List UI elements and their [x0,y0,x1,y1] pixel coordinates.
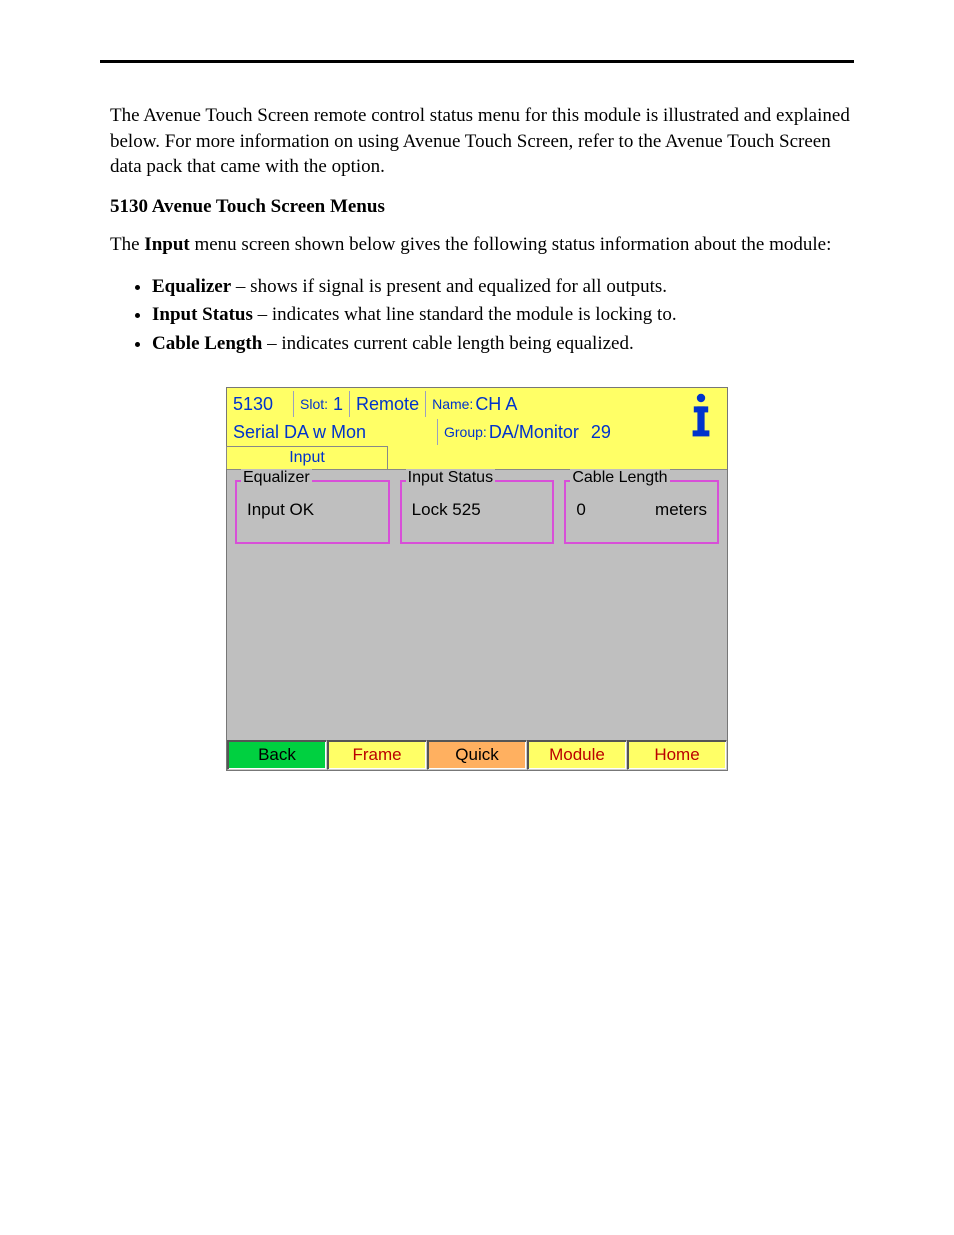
slot-label: Slot: [300,396,328,412]
section-heading: 5130 Avenue Touch Screen Menus [110,196,854,218]
remote-label: Remote [350,394,425,415]
name-cell: Name: CH A [426,394,523,415]
tab-input[interactable]: Input [226,446,388,469]
slot-cell: Slot: 1 [294,394,349,415]
para-pre: The [110,234,144,255]
touchscreen-footer: Back Frame Quick Module Home [227,740,727,770]
bullet-desc: – indicates current cable length being e… [262,333,633,354]
cable-length-legend: Cable Length [570,469,669,487]
bullet-term: Cable Length [152,333,262,354]
model-number: 5130 [227,394,293,415]
name-value: CH A [475,394,517,415]
cable-length-value: 0 [576,500,585,520]
module-desc: Serial DA w Mon [227,422,437,443]
touchscreen-body: Equalizer Input OK Input Status Lock 525… [227,470,727,740]
cable-length-box: Cable Length 0 meters [564,480,719,544]
group-label: Group: [444,424,489,440]
bullet-list: Equalizer – shows if signal is present a… [152,274,854,358]
intro-paragraph: The Avenue Touch Screen remote control s… [110,103,854,180]
equalizer-status-box: Equalizer Input OK [235,480,390,544]
touchscreen-panel: 5130 Slot: 1 Remote Name: CH A Seria [226,387,728,771]
input-paragraph: The Input menu screen shown below gives … [110,232,854,258]
group-value: DA/Monitor [489,422,579,443]
list-item: Equalizer – shows if signal is present a… [152,274,854,301]
equalizer-legend: Equalizer [241,469,312,487]
para-post: menu screen shown below gives the follow… [190,234,832,255]
cable-length-units: meters [655,500,707,520]
touchscreen-header: 5130 Slot: 1 Remote Name: CH A Seria [227,388,727,446]
list-item: Input Status – indicates what line stand… [152,302,854,329]
list-item: Cable Length – indicates current cable l… [152,331,854,358]
tab-row: Input [227,446,727,470]
input-status-value: Lock 525 [412,500,543,520]
input-status-box: Input Status Lock 525 [400,480,555,544]
bullet-desc: – shows if signal is present and equaliz… [231,276,667,297]
slot-value: 1 [333,394,343,415]
horizontal-rule [100,60,854,63]
name-label: Name: [432,396,475,412]
back-button[interactable]: Back [227,740,327,770]
home-button[interactable]: Home [627,740,727,770]
equalizer-value: Input OK [247,500,378,520]
group-cell: Group: DA/Monitor [438,422,585,443]
input-status-legend: Input Status [406,469,495,487]
info-icon[interactable] [681,390,721,442]
para-bold: Input [144,234,189,255]
bullet-term: Equalizer [152,276,231,297]
bullet-term: Input Status [152,304,253,325]
frame-button[interactable]: Frame [327,740,427,770]
quick-button[interactable]: Quick [427,740,527,770]
bullet-desc: – indicates what line standard the modul… [253,304,677,325]
module-button[interactable]: Module [527,740,627,770]
